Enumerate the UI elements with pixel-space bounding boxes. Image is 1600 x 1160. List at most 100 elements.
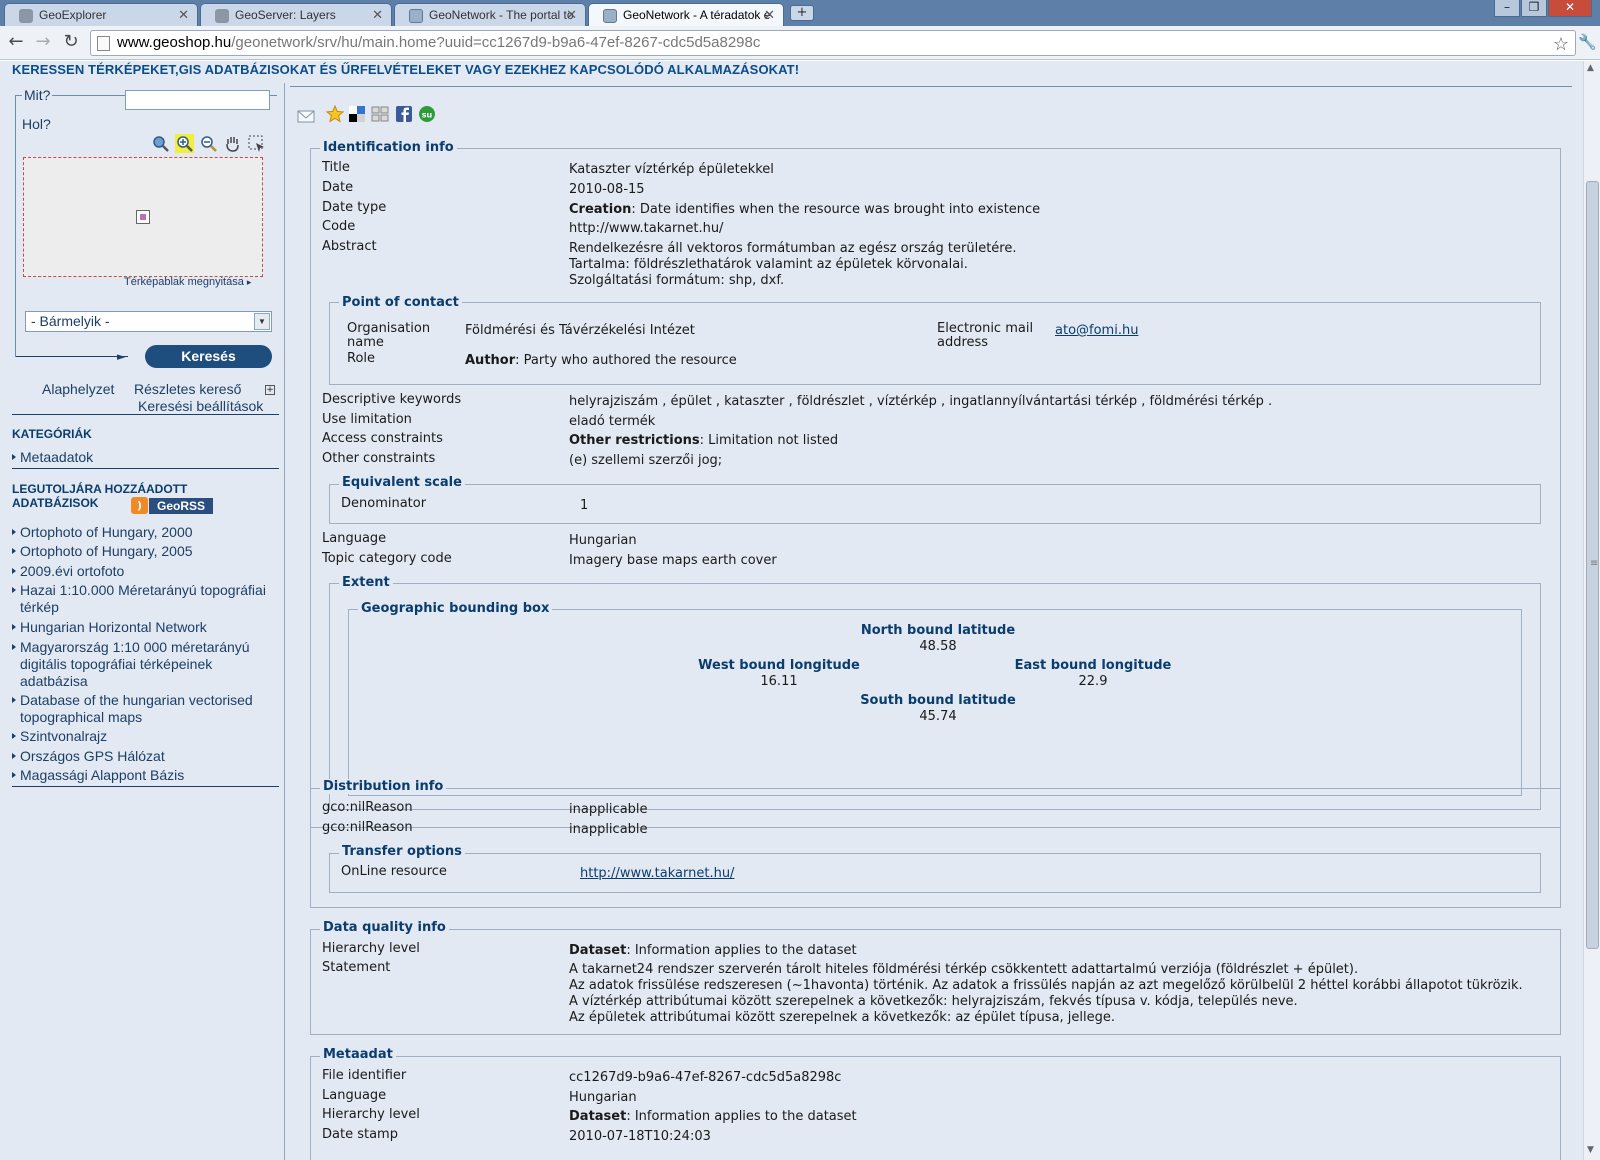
tab-geonetwork-teradatok[interactable]: GeoNetwork - A téradatok e ✕ [588, 3, 784, 26]
category-item[interactable]: Metaadatok [12, 449, 274, 466]
recent-item[interactable]: Database of the hungarian vectorised top… [12, 692, 274, 726]
bullet-arrow-icon [12, 587, 16, 593]
tab-geoexplorer[interactable]: GeoExplorer ✕ [4, 3, 198, 26]
close-window-icon[interactable]: ✕ [1548, 0, 1592, 17]
abstract-line: Rendelkezésre áll vektoros formátumban a… [569, 241, 1017, 256]
zoom-extent-icon[interactable] [151, 134, 170, 153]
title-value: Kataszter víztérkép épületekkel [569, 162, 774, 177]
forward-arrow-icon[interactable]: → [31, 31, 55, 55]
minimize-window-icon[interactable]: – [1494, 0, 1520, 17]
georss-label: GeoRSS [149, 498, 213, 514]
map-preview[interactable] [23, 157, 263, 277]
search-settings-link[interactable]: Keresési beállítások [138, 398, 263, 414]
delicious-icon[interactable] [348, 105, 366, 123]
facebook-icon[interactable] [395, 105, 413, 123]
recent-item[interactable]: Ortophoto of Hungary, 2005 [12, 543, 274, 560]
wrench-icon[interactable]: 🔧 [1578, 33, 1597, 51]
recent-item[interactable]: Hazai 1:10.000 Méretarányú topográfiai t… [12, 582, 274, 616]
recent-item-label: Hazai 1:10.000 Méretarányú topográfiai t… [20, 582, 266, 615]
pan-hand-icon[interactable] [223, 134, 242, 153]
chevron-down-icon[interactable]: ▼ [254, 313, 270, 330]
what-search-input[interactable] [125, 90, 270, 110]
recent-item[interactable]: Magyarország 1:10 000 méretarányú digitá… [12, 639, 274, 690]
search-button[interactable]: Keresés [145, 345, 272, 368]
recent-item-label: Ortophoto of Hungary, 2000 [20, 524, 193, 540]
back-arrow-icon[interactable]: ← [4, 31, 28, 55]
extent-legend: Extent [339, 575, 393, 590]
region-select[interactable]: - Bármelyik - ▼ [25, 311, 272, 332]
south-label: South bound latitude [860, 693, 1016, 708]
left-sidebar: Mit? Hol? Térképablak megnyitása ▸ - Bárm… [0, 61, 284, 1160]
scroll-down-icon[interactable]: ▼ [1587, 1145, 1594, 1155]
west-label: West bound longitude [698, 658, 860, 673]
vertical-scrollbar[interactable]: ▲ ≡ ▼ [1583, 61, 1600, 1160]
north-value: 48.58 [919, 639, 957, 654]
metadata-hierarchy-key: Hierarchy level [322, 1107, 420, 1122]
statement-line: A takarnet24 rendszer szerverén tárolt h… [569, 962, 1359, 977]
zoom-out-icon[interactable] [199, 134, 218, 153]
close-tab-icon[interactable]: ✕ [566, 7, 577, 23]
divider [12, 468, 279, 469]
scroll-up-icon[interactable]: ▲ [1587, 63, 1594, 73]
metadata-hierarchy-desc: : Information applies to the dataset [626, 1109, 857, 1124]
scrollbar-thumb[interactable]: ≡ [1586, 181, 1599, 949]
tab-title: GeoNetwork - A téradatok e [623, 8, 771, 22]
email-link[interactable]: ato@fomi.hu [1055, 323, 1138, 339]
role-key: Role [347, 351, 376, 366]
advanced-search-link[interactable]: Részletes kereső [134, 381, 241, 397]
recent-item[interactable]: Hungarian Horizontal Network [12, 619, 274, 636]
reload-icon[interactable]: ↻ [59, 31, 83, 55]
scale-legend: Equivalent scale [339, 475, 465, 490]
recent-item-label: 2009.évi ortofoto [20, 563, 125, 579]
code-value: http://www.takarnet.hu/ [569, 221, 724, 236]
bullet-arrow-icon [12, 548, 16, 554]
quality-hierarchy-desc: : Information applies to the dataset [626, 943, 857, 958]
scale-section [329, 484, 1541, 524]
datestamp-value: 2010-07-18T10:24:03 [569, 1129, 711, 1144]
metadata-hierarchy-code: Dataset [569, 1109, 627, 1124]
categories-title: KATEGÓRIÁK [12, 427, 92, 441]
arrow-right-icon: ► [117, 350, 126, 363]
other-value: (e) szellemi szerzői jog; [569, 453, 723, 468]
access-desc: : Limitation not listed [699, 433, 839, 448]
recent-item[interactable]: Magassági Alappont Bázis [12, 767, 274, 784]
digg-icon[interactable] [371, 105, 389, 123]
close-tab-icon[interactable]: ✕ [372, 7, 383, 23]
divider [290, 86, 1572, 87]
date-value: 2010-08-15 [569, 182, 645, 197]
new-tab-button[interactable]: + [790, 5, 814, 21]
bookmark-star-icon[interactable]: ☆ [1553, 32, 1569, 56]
favorite-star-icon[interactable] [326, 105, 344, 123]
expand-plus-icon[interactable]: + [265, 385, 275, 395]
recent-item[interactable]: Országos GPS Hálózat [12, 748, 274, 765]
recent-item-label: Database of the hungarian vectorised top… [20, 692, 253, 725]
address-bar[interactable]: www.geoshop.hu/geonetwork/srv/hu/main.ho… [90, 30, 1576, 56]
restore-window-icon[interactable]: ❐ [1521, 0, 1547, 17]
select-box-icon[interactable] [247, 134, 266, 153]
online-resource-link[interactable]: http://www.takarnet.hu/ [580, 866, 734, 882]
other-key: Other constraints [322, 451, 436, 466]
org-value: Földmérési és Távérzékelési Intézet [465, 323, 695, 338]
tab-geoserver-layers[interactable]: GeoServer: Layers ✕ [200, 3, 392, 26]
datetype-value: Creation: Date identifies when the resou… [569, 202, 1040, 218]
column-divider [284, 83, 285, 1160]
reset-link[interactable]: Alaphelyzet [42, 381, 114, 397]
statement-line: Az adatok frissülése redszeresen (~1havo… [569, 978, 1523, 993]
stumbleupon-icon[interactable]: su [418, 105, 436, 123]
recent-item-label: Hungarian Horizontal Network [20, 619, 207, 635]
recent-item[interactable]: 2009.évi ortofoto [12, 563, 274, 580]
quality-hierarchy-code: Dataset [569, 943, 627, 958]
bullet-arrow-icon [12, 697, 16, 703]
recent-item[interactable]: Ortophoto of Hungary, 2000 [12, 524, 274, 541]
close-tab-icon[interactable]: ✕ [178, 7, 189, 23]
east-label: East bound longitude [1014, 658, 1172, 673]
distribution-legend: Distribution info [320, 779, 447, 794]
open-map-window-link[interactable]: Térképablak megnyitása ▸ [124, 276, 251, 288]
zoom-in-icon[interactable] [175, 134, 194, 153]
email-icon[interactable] [297, 107, 315, 125]
recent-item[interactable]: Szintvonalrajz [12, 728, 274, 745]
close-tab-icon[interactable]: ✕ [764, 7, 775, 23]
globe-favicon-icon [409, 9, 423, 23]
tab-geonetwork-portal[interactable]: GeoNetwork - The portal to ✕ [394, 3, 586, 26]
recent-title: LEGUTOLJÁRA HOZZÁADOTT [12, 482, 188, 496]
